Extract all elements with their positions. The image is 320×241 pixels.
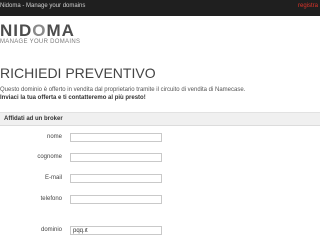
panel-header: Affidati ad un broker [0, 113, 320, 126]
page-description: Questo dominio è offerto in vendita dal … [0, 86, 245, 102]
telefono-label: telefono [40, 196, 62, 202]
logo-text-o: O [32, 21, 47, 40]
form-row-dominio: dominio [0, 226, 320, 238]
nome-label: nome [46, 134, 62, 140]
logo-text-part1: NID [0, 21, 33, 40]
form-row-email: E-mail [0, 174, 320, 186]
form-row-telefono: telefono [0, 195, 320, 207]
form-row-cognome: cognome [0, 153, 320, 165]
logo-wordmark: NIDOMA [0, 22, 75, 39]
nome-field[interactable] [70, 133, 162, 142]
description-line-1: Questo dominio è offerto in vendita dal … [0, 87, 246, 93]
telefono-field[interactable] [70, 195, 162, 204]
cognome-label: cognome [37, 154, 62, 160]
window-title: Nidoma - Manage your domains [0, 3, 86, 9]
page-title: RICHIEDI PREVENTIVO [0, 65, 156, 81]
logo-text-part2: MA [46, 21, 75, 40]
top-bar: Nidoma - Manage your domains registra [0, 0, 320, 16]
dominio-field[interactable] [70, 226, 162, 235]
broker-form-panel: Affidati ad un broker nome cognome E-mai… [0, 112, 320, 241]
section-title: Affidati ad un broker [4, 116, 63, 122]
dominio-label: dominio [40, 227, 62, 233]
logo-tagline: MANAGE YOUR DOMAINS [0, 39, 81, 45]
email-label: E-mail [44, 175, 62, 181]
email-field[interactable] [70, 174, 162, 183]
description-line-2: Inviaci la tua offerta e ti contatteremo… [0, 95, 146, 101]
top-link[interactable]: registra [298, 3, 318, 9]
form-row-nome: nome [0, 133, 320, 145]
cognome-field[interactable] [70, 153, 162, 162]
